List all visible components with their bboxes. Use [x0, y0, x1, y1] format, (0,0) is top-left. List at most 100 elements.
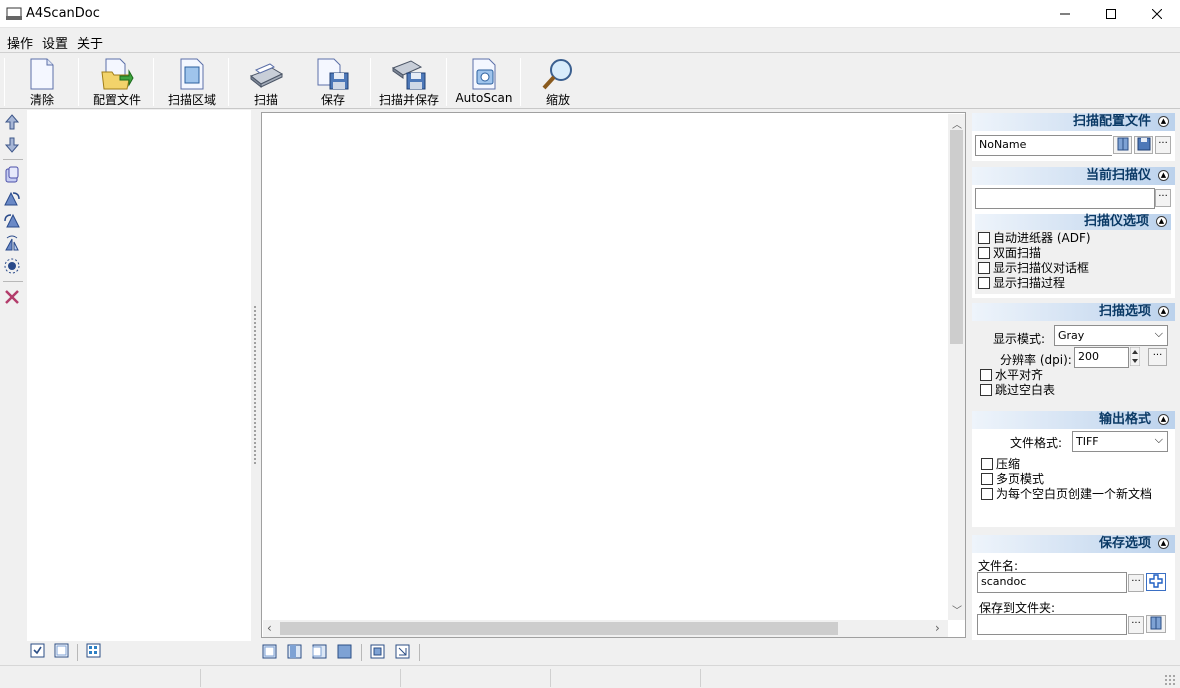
zoom-button[interactable]: 缩放 [526, 54, 590, 108]
profile-button[interactable]: 配置文件 [84, 54, 150, 108]
folder-more-button[interactable]: ··· [1128, 616, 1144, 634]
save-button[interactable]: 保存 [300, 54, 366, 108]
rotate-left-icon[interactable] [3, 189, 21, 207]
profile-more-button[interactable]: ··· [1155, 136, 1171, 154]
horizontal-align-checkbox[interactable]: 水平对齐 [980, 368, 1043, 383]
delete-icon[interactable] [3, 288, 21, 306]
app-icon [6, 7, 22, 20]
chevron-down-icon: ⌵ [1154, 327, 1163, 340]
horizontal-scroll-thumb[interactable] [280, 622, 838, 635]
collapse-icon[interactable]: ▲ [1158, 538, 1169, 549]
blank-page-icon [30, 58, 54, 90]
book-icon [1150, 616, 1162, 630]
rotate-right-icon[interactable] [3, 211, 21, 229]
scanner-icon [250, 63, 284, 89]
browse-folder-button[interactable] [1146, 615, 1166, 633]
open-profile-button[interactable] [1113, 136, 1132, 154]
profile-field[interactable]: NoName [975, 135, 1112, 156]
plus-icon [1149, 574, 1163, 588]
save-options-header[interactable]: 保存选项 ▲ [972, 535, 1175, 553]
minimize-button[interactable] [1042, 0, 1088, 28]
filename-more-button[interactable]: ··· [1128, 574, 1144, 592]
collapse-icon[interactable]: ▲ [1158, 116, 1169, 127]
clear-button[interactable]: 清除 [10, 54, 74, 108]
scanner-options-header[interactable]: 扫描仪选项 ▲ [975, 214, 1171, 230]
brightness-icon[interactable] [3, 257, 21, 275]
file-format-select[interactable]: TIFF ⌵ [1072, 431, 1168, 452]
menu-about[interactable]: 关于 [77, 33, 103, 52]
compress-checkbox[interactable]: 压缩 [981, 457, 1020, 472]
left-toolbar [0, 110, 26, 640]
copy-pages-icon[interactable] [3, 166, 21, 184]
flip-icon[interactable] [3, 234, 21, 252]
show-dialog-checkbox[interactable]: 显示扫描仪对话框 [978, 261, 1089, 276]
multipage-checkbox[interactable]: 多页模式 [981, 472, 1044, 487]
deselect-all-icon[interactable] [54, 643, 69, 658]
scroll-right-icon[interactable]: › [935, 621, 940, 635]
display-mode-label: 显示模式: [993, 332, 1046, 346]
output-format-header[interactable]: 输出格式 ▲ [972, 411, 1175, 429]
move-down-icon[interactable] [3, 136, 21, 154]
duplex-checkbox[interactable]: 双面扫描 [978, 246, 1041, 261]
scan-preview-canvas[interactable] [263, 114, 947, 620]
resolution-more-button[interactable]: ··· [1148, 348, 1167, 366]
profile-section-header[interactable]: 扫描配置文件 ▲ [972, 113, 1175, 131]
skip-blank-checkbox[interactable]: 跳过空白表 [980, 383, 1055, 398]
maximize-icon [1106, 9, 1116, 19]
bottom-toolbar [0, 641, 1180, 665]
scanner-field[interactable] [975, 188, 1155, 209]
select-all-icon[interactable] [30, 643, 45, 658]
folder-input[interactable] [977, 614, 1127, 635]
vertical-scroll-thumb[interactable] [950, 130, 963, 344]
chevron-down-icon: ⌵ [1154, 433, 1163, 446]
resolution-input[interactable]: 200 [1074, 347, 1129, 368]
scroll-left-icon[interactable]: ‹ [267, 621, 272, 635]
thumbnail-panel[interactable] [27, 110, 251, 641]
collapse-icon[interactable]: ▲ [1156, 216, 1167, 227]
new-doc-per-blank-checkbox[interactable]: 为每个空白页创建一个新文档 [981, 487, 1152, 502]
adf-checkbox[interactable]: 自动进纸器 (ADF) [978, 231, 1091, 246]
collapse-icon[interactable]: ▲ [1158, 170, 1169, 181]
collapse-icon[interactable]: ▲ [1158, 306, 1169, 317]
add-filename-button[interactable] [1146, 573, 1166, 591]
zoom-out-icon[interactable] [395, 644, 410, 659]
menu-settings[interactable]: 设置 [42, 33, 68, 52]
fit-height-icon[interactable] [312, 644, 327, 659]
maximize-button[interactable] [1088, 0, 1134, 28]
magnifier-icon [542, 59, 572, 90]
resolution-label: 分辨率 (dpi): [1000, 353, 1072, 367]
file-format-label: 文件格式: [1010, 436, 1063, 450]
minimize-icon [1060, 13, 1070, 15]
menu-bar: 操作 设置 关于 [0, 28, 1180, 53]
scan-button[interactable]: 扫描 [234, 54, 298, 108]
scanner-more-button[interactable]: ··· [1155, 189, 1171, 207]
splitter-grip[interactable] [253, 305, 257, 465]
collapse-icon[interactable]: ▲ [1158, 414, 1169, 425]
autoscan-button[interactable]: AutoScan [452, 54, 516, 108]
display-mode-select[interactable]: Gray ⌵ [1054, 325, 1168, 346]
actual-size-icon[interactable] [337, 644, 352, 659]
zoom-in-icon[interactable] [370, 644, 385, 659]
scroll-up-icon[interactable]: ︿ [952, 116, 962, 131]
filename-input[interactable]: scandoc [977, 572, 1127, 593]
scroll-down-icon[interactable]: ﹀ [952, 602, 962, 617]
scan-options-header[interactable]: 扫描选项 ▲ [972, 303, 1175, 321]
resolution-spinner-icon[interactable] [1130, 347, 1140, 366]
move-up-icon[interactable] [3, 113, 21, 131]
fit-page-icon[interactable] [262, 644, 277, 659]
scanner-section-header[interactable]: 当前扫描仪 ▲ [972, 167, 1175, 185]
show-progress-checkbox[interactable]: 显示扫描过程 [978, 276, 1065, 291]
folder-page-icon [101, 58, 134, 90]
book-icon [1117, 137, 1128, 151]
save-profile-button[interactable] [1134, 136, 1153, 154]
resize-grip[interactable] [1164, 674, 1176, 686]
scan-and-save-button[interactable]: 扫描并保存 [376, 54, 442, 108]
fit-width-icon[interactable] [287, 644, 302, 659]
menu-operate[interactable]: 操作 [7, 33, 33, 52]
autoscan-icon [472, 58, 496, 90]
scan-area-button[interactable]: 扫描区域 [160, 54, 224, 108]
main-toolbar: 清除 配置文件 扫描区域 扫描 保存 扫描并保存 AutoScan 缩放 [0, 54, 1180, 109]
scan-area-icon [180, 58, 204, 90]
grid-view-icon[interactable] [86, 643, 101, 658]
close-button[interactable] [1134, 0, 1180, 28]
